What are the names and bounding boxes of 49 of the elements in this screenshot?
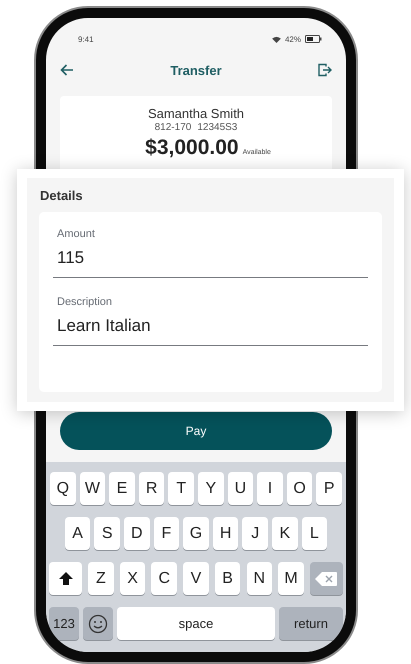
keyboard-key[interactable]: R <box>138 472 164 505</box>
account-number: 12345S3 <box>197 122 238 133</box>
keyboard-key[interactable]: D <box>124 517 150 550</box>
shift-icon <box>58 571 74 586</box>
return-key[interactable]: return <box>279 607 343 640</box>
keyboard-key[interactable]: P <box>316 472 342 505</box>
screen-title: Transfer <box>170 62 222 78</box>
keyboard-key[interactable]: E <box>109 472 135 505</box>
keyboard-key[interactable]: J <box>242 517 268 550</box>
smiley-icon <box>88 614 108 634</box>
keyboard-key[interactable]: V <box>183 562 209 595</box>
text-field[interactable]: Amount 115 <box>53 220 368 278</box>
keyboard-key[interactable]: O <box>286 472 312 505</box>
keyboard-key[interactable]: F <box>154 517 180 550</box>
keyboard-key[interactable]: W <box>80 472 106 505</box>
keyboard-key[interactable]: U <box>228 472 254 505</box>
status-time: 9:41 <box>78 34 94 44</box>
keyboard-key[interactable]: S <box>94 517 120 550</box>
pay-button[interactable]: Pay <box>60 412 332 450</box>
section-title: Details <box>40 188 84 203</box>
keyboard-key[interactable]: X <box>120 562 146 595</box>
text-field[interactable]: Description Learn Italian <box>53 288 368 346</box>
shift-key[interactable] <box>49 562 82 595</box>
keyboard-key[interactable]: C <box>151 562 178 595</box>
keyboard-key[interactable]: H <box>212 517 238 550</box>
keyboard-key[interactable]: I <box>257 472 283 505</box>
balance-amount: $3,000.00 <box>145 136 239 160</box>
numbers-key[interactable]: 123 <box>49 607 79 640</box>
battery-icon <box>305 35 322 43</box>
keyboard-key[interactable]: A <box>64 517 90 550</box>
keyboard-key[interactable]: N <box>246 562 272 595</box>
logout-icon[interactable] <box>318 63 332 77</box>
keyboard-key[interactable]: T <box>168 472 194 505</box>
keyboard-key[interactable]: Z <box>88 562 114 595</box>
account-name: Samantha Smith <box>148 106 244 121</box>
keyboard-key[interactable]: Y <box>198 472 224 505</box>
space-key[interactable]: space <box>117 607 275 640</box>
keyboard-key[interactable]: Q <box>50 472 76 505</box>
keyboard-key[interactable]: K <box>272 517 298 550</box>
keyboard-key[interactable]: B <box>214 562 240 595</box>
battery-percent: 42% <box>284 34 301 44</box>
keyboard-key[interactable]: M <box>278 562 304 595</box>
keyboard-key[interactable]: G <box>183 517 209 550</box>
wifi-icon <box>272 36 281 42</box>
transit-number: 812-170 <box>154 122 192 133</box>
backspace-icon <box>315 572 338 586</box>
back-arrow-icon[interactable] <box>60 64 74 76</box>
keyboard-key[interactable]: L <box>302 517 328 550</box>
emoji-key[interactable] <box>83 607 113 640</box>
